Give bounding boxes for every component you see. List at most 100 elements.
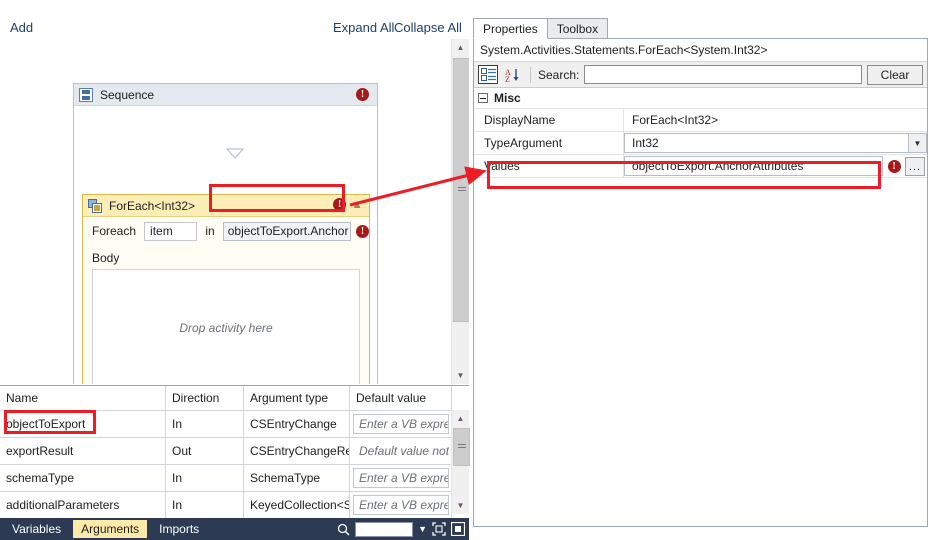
default-value-input[interactable]: Enter a VB express <box>353 414 449 434</box>
tab-properties[interactable]: Properties <box>473 18 548 39</box>
argument-default-value-cell[interactable]: Enter a VB express <box>350 411 452 437</box>
add-link[interactable]: Add <box>10 21 33 35</box>
properties-tabstrip: Properties Toolbox <box>473 17 609 39</box>
column-header-argument-type[interactable]: Argument type <box>244 386 350 410</box>
property-name: TypeArgument <box>474 132 624 154</box>
argument-name[interactable]: exportResult <box>0 438 166 464</box>
default-value-readonly: Default value not su <box>359 444 449 458</box>
expand-all-link[interactable]: Expand All <box>333 21 394 35</box>
default-value-input[interactable]: Enter a VB express <box>353 495 449 515</box>
property-row-displayname[interactable]: DisplayName ForEach<Int32> <box>474 109 927 132</box>
chevron-up-icon[interactable]: ▲ <box>452 39 469 56</box>
arguments-header-row: Name Direction Argument type Default val… <box>0 386 469 411</box>
error-icon[interactable]: ! <box>333 198 347 211</box>
search-label: Search: <box>538 67 580 82</box>
argument-default-value-cell[interactable]: Enter a VB express <box>350 465 452 491</box>
workflow-designer-pane: Add Expand All Collapse All Sequence ! F… <box>0 0 470 540</box>
foreach-body-dropzone[interactable]: Drop activity here <box>92 269 360 384</box>
foreach-item-input[interactable]: item <box>144 221 198 241</box>
argument-name[interactable]: additionalParameters <box>0 492 166 518</box>
chevron-up-icon[interactable]: ▲ <box>452 410 469 427</box>
argument-type[interactable]: SchemaType <box>244 465 350 491</box>
tab-toolbox[interactable]: Toolbox <box>546 18 609 39</box>
property-value-editor[interactable]: objectToExport.AnchorAttributes ! ... <box>624 155 927 177</box>
dropzone-text: Drop activity here <box>179 321 273 335</box>
search-input[interactable] <box>584 65 862 84</box>
properties-pane: Properties Toolbox System.Activities.Sta… <box>470 0 932 539</box>
column-header-default-value[interactable]: Default value <box>350 386 452 410</box>
property-group-misc[interactable]: Misc <box>474 88 927 109</box>
default-value-input[interactable]: Enter a VB express <box>353 468 449 488</box>
categorized-view-icon[interactable] <box>478 65 498 84</box>
argument-type[interactable]: KeyedCollection<S <box>244 492 350 518</box>
foreach-iterator-row: Foreach item in objectToExport.Anchor ! <box>83 217 369 245</box>
properties-body: System.Activities.Statements.ForEach<Sys… <box>473 38 928 527</box>
column-header-direction[interactable]: Direction <box>166 386 244 410</box>
toolbar-divider <box>530 66 531 83</box>
argument-default-value-cell: Default value not su <box>350 438 452 464</box>
fit-to-screen-icon[interactable] <box>432 522 446 536</box>
tab-imports[interactable]: Imports <box>151 520 207 538</box>
typeargument-combo-input[interactable]: Int32 <box>624 133 909 153</box>
chevron-down-icon[interactable]: ▼ <box>452 367 469 384</box>
overview-map-icon[interactable] <box>450 521 466 537</box>
error-icon-wrapper: ! <box>883 159 905 173</box>
tab-arguments[interactable]: Arguments <box>73 520 148 538</box>
chevron-up-icon[interactable]: ▲ <box>351 198 363 211</box>
chevron-down-icon[interactable]: ▼ <box>452 497 469 514</box>
foreach-header-actions: ! ▲ <box>333 198 363 211</box>
property-row-values[interactable]: Values objectToExport.AnchorAttributes !… <box>474 155 927 178</box>
expression-editor-button[interactable]: ... <box>905 156 925 176</box>
sequence-activity[interactable]: Sequence ! ForEach<Int32> ! ▲ Foreach it… <box>73 83 378 384</box>
foreach-icon <box>88 198 102 213</box>
error-icon[interactable]: ! <box>356 224 369 238</box>
argument-direction[interactable]: In <box>166 465 244 491</box>
selected-object-type: System.Activities.Statements.ForEach<Sys… <box>474 39 927 62</box>
foreach-values-field[interactable]: objectToExport.Anchor <box>222 221 351 241</box>
canvas-vertical-scrollbar[interactable]: ▲ ▼ <box>451 39 469 384</box>
argument-default-value-cell[interactable]: Enter a VB express <box>350 492 452 518</box>
argument-type[interactable]: CSEntryChangeRes <box>244 438 350 464</box>
zoom-input[interactable] <box>355 521 414 537</box>
property-value-editor[interactable]: Int32 ▼ <box>624 132 927 154</box>
argument-name[interactable]: schemaType <box>0 465 166 491</box>
foreach-activity[interactable]: ForEach<Int32> ! ▲ Foreach item in objec… <box>82 194 370 384</box>
values-expression-input[interactable]: objectToExport.AnchorAttributes <box>624 156 883 176</box>
argument-direction[interactable]: Out <box>166 438 244 464</box>
clear-button[interactable]: Clear <box>867 64 923 85</box>
foreach-title: ForEach<Int32> <box>109 198 196 213</box>
scrollbar-thumb[interactable] <box>453 428 470 466</box>
alphabetical-sort-icon[interactable]: A Z <box>503 65 523 84</box>
table-row[interactable]: exportResult Out CSEntryChangeRes Defaul… <box>0 438 469 465</box>
argument-direction[interactable]: In <box>166 492 244 518</box>
collapse-all-link[interactable]: Collapse All <box>394 21 462 35</box>
foreach-header[interactable]: ForEach<Int32> ! ▲ <box>83 195 369 217</box>
chevron-down-icon[interactable]: ▼ <box>909 133 927 153</box>
sequence-header[interactable]: Sequence ! <box>74 84 377 106</box>
designer-canvas[interactable]: Sequence ! ForEach<Int32> ! ▲ Foreach it… <box>0 39 469 384</box>
screenshot-root: Add Expand All Collapse All Sequence ! F… <box>0 0 932 540</box>
argument-direction[interactable]: In <box>166 411 244 437</box>
error-icon[interactable]: ! <box>887 159 901 173</box>
argument-name[interactable]: objectToExport <box>0 411 166 437</box>
designer-status-bar: Variables Arguments Imports ▼ <box>0 518 469 540</box>
search-icon[interactable] <box>337 523 350 536</box>
error-icon[interactable]: ! <box>356 88 369 101</box>
argument-type[interactable]: CSEntryChange <box>244 411 350 437</box>
arguments-vertical-scrollbar[interactable]: ▲ ▼ <box>451 410 470 514</box>
grip-icon <box>458 187 466 193</box>
property-value[interactable]: ForEach<Int32> <box>624 109 927 131</box>
table-row[interactable]: schemaType In SchemaType Enter a VB expr… <box>0 465 469 492</box>
in-label: in <box>205 224 215 238</box>
table-row[interactable]: additionalParameters In KeyedCollection<… <box>0 492 469 519</box>
minus-box-icon[interactable] <box>478 93 488 103</box>
table-row[interactable]: objectToExport In CSEntryChange Enter a … <box>0 411 469 438</box>
status-bar-right-tools: ▼ <box>337 518 466 540</box>
property-row-typeargument[interactable]: TypeArgument Int32 ▼ <box>474 132 927 155</box>
chevron-down-icon[interactable]: ▼ <box>418 524 427 534</box>
column-header-name[interactable]: Name <box>0 386 166 410</box>
grip-icon <box>458 444 466 450</box>
sequence-title: Sequence <box>100 87 155 102</box>
scrollbar-thumb[interactable] <box>453 58 469 322</box>
tab-variables[interactable]: Variables <box>4 520 69 538</box>
